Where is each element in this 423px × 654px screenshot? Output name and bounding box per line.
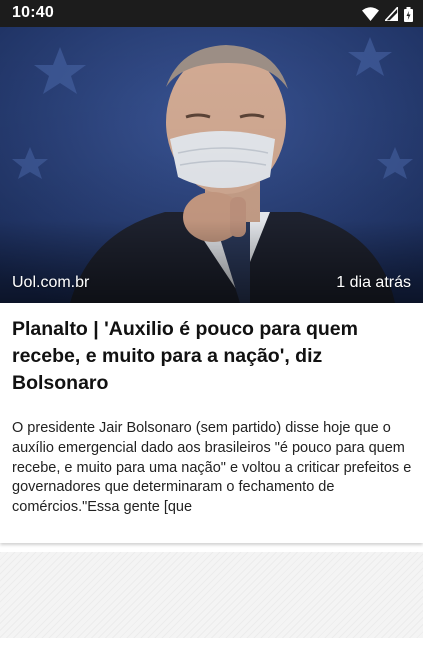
article-summary: O presidente Jair Bolsonaro (sem partido… xyxy=(12,420,412,516)
loading-placeholder xyxy=(0,552,423,638)
status-bar: 10:40 xyxy=(0,0,423,27)
article-source: Uol.com.br xyxy=(12,274,90,291)
article-timestamp: 1 dia atrás xyxy=(336,274,411,291)
article-headline[interactable]: Planalto | 'Auxilio é pouco para quem re… xyxy=(12,316,412,397)
battery-icon xyxy=(404,6,413,22)
article-card[interactable]: Planalto | 'Auxilio é pouco para quem re… xyxy=(0,303,423,543)
status-time: 10:40 xyxy=(12,4,54,21)
article-image[interactable]: Uol.com.br 1 dia atrás xyxy=(0,27,423,303)
signal-icon xyxy=(385,7,398,21)
news-photo xyxy=(0,27,423,303)
status-icons xyxy=(362,6,413,22)
wifi-icon xyxy=(362,7,379,21)
